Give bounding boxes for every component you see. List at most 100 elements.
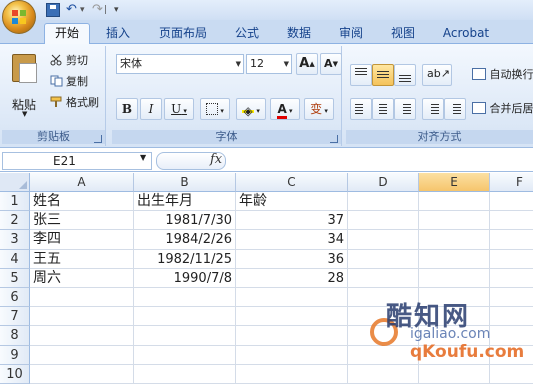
cell-b10[interactable] bbox=[134, 364, 236, 384]
chevron-down-icon[interactable]: ▼ bbox=[140, 153, 146, 162]
cell-d4[interactable] bbox=[348, 249, 419, 269]
tab-view[interactable]: 视图 bbox=[382, 24, 424, 44]
cell-b5[interactable]: 1990/7/8 bbox=[134, 268, 236, 288]
column-header-d[interactable]: D bbox=[348, 173, 419, 192]
save-icon[interactable] bbox=[46, 3, 60, 17]
cell-b3[interactable]: 1984/2/26 bbox=[134, 230, 236, 250]
cell-f4[interactable] bbox=[490, 250, 533, 269]
select-all-corner[interactable] bbox=[0, 173, 30, 192]
cell-e4[interactable] bbox=[419, 249, 490, 269]
office-button[interactable] bbox=[2, 0, 36, 34]
row-header-1[interactable]: 1 bbox=[0, 192, 30, 212]
cell-e3[interactable] bbox=[419, 230, 490, 250]
clipboard-dialog-launcher-icon[interactable] bbox=[94, 135, 102, 143]
customize-quick-access-icon[interactable]: ▾ bbox=[114, 3, 128, 17]
tab-page-layout[interactable]: 页面布局 bbox=[150, 24, 216, 44]
font-name-select[interactable]: 宋体 ▼ bbox=[116, 54, 244, 74]
cell-c10[interactable] bbox=[236, 364, 348, 384]
formula-input[interactable] bbox=[228, 152, 531, 170]
cell-b4[interactable]: 1982/11/25 bbox=[134, 249, 236, 269]
cell-c3[interactable]: 34 bbox=[236, 230, 348, 250]
insert-function-icon[interactable]: fx bbox=[210, 152, 222, 167]
cell-a7[interactable] bbox=[30, 307, 134, 327]
cut-button[interactable]: 剪切 bbox=[50, 52, 88, 70]
cell-a6[interactable] bbox=[30, 288, 134, 308]
font-color-button[interactable]: A ▾ bbox=[270, 98, 300, 120]
cell-b7[interactable] bbox=[134, 307, 236, 327]
grow-font-button[interactable]: A▲ bbox=[296, 53, 318, 75]
column-header-e[interactable]: E bbox=[419, 173, 490, 192]
copy-button[interactable]: 复制 bbox=[50, 73, 88, 91]
align-right-button[interactable] bbox=[394, 98, 416, 120]
cell-a2[interactable]: 张三 bbox=[30, 211, 134, 231]
cell-c8[interactable] bbox=[236, 326, 348, 346]
row-header-5[interactable]: 5 bbox=[0, 268, 30, 288]
cell-c2[interactable]: 37 bbox=[236, 211, 348, 231]
tab-data[interactable]: 数据 bbox=[278, 24, 320, 44]
name-box[interactable]: E21 bbox=[2, 152, 152, 170]
fill-color-button[interactable]: ◈ ▾ bbox=[236, 98, 266, 120]
borders-button[interactable]: ▾ bbox=[200, 98, 230, 120]
cell-c5[interactable]: 28 bbox=[236, 268, 348, 288]
row-header-7[interactable]: 7 bbox=[0, 307, 30, 327]
format-painter-button[interactable]: 格式刷 bbox=[50, 94, 99, 112]
cell-b9[interactable] bbox=[134, 345, 236, 365]
align-left-button[interactable] bbox=[350, 98, 372, 120]
cell-a3[interactable]: 李四 bbox=[30, 230, 134, 250]
font-dialog-launcher-icon[interactable] bbox=[330, 135, 338, 143]
bold-button[interactable]: B bbox=[116, 98, 138, 120]
cell-f2[interactable] bbox=[490, 211, 533, 231]
cell-a4[interactable]: 王五 bbox=[30, 249, 134, 269]
cell-a1[interactable]: 姓名 bbox=[30, 192, 134, 212]
cell-a9[interactable] bbox=[30, 345, 134, 365]
row-header-6[interactable]: 6 bbox=[0, 288, 30, 308]
cell-b1[interactable]: 出生年月 bbox=[134, 192, 236, 212]
row-header-8[interactable]: 8 bbox=[0, 326, 30, 346]
cell-a10[interactable] bbox=[30, 364, 134, 384]
column-header-f[interactable]: F bbox=[490, 173, 533, 192]
row-header-2[interactable]: 2 bbox=[0, 211, 30, 231]
tab-acrobat[interactable]: Acrobat bbox=[434, 24, 498, 44]
column-header-a[interactable]: A bbox=[30, 173, 134, 192]
cell-d5[interactable] bbox=[348, 268, 419, 288]
cell-a8[interactable] bbox=[30, 326, 134, 346]
cell-b6[interactable] bbox=[134, 288, 236, 308]
cell-e1[interactable] bbox=[419, 192, 490, 212]
cell-d1[interactable] bbox=[348, 192, 419, 212]
decrease-indent-button[interactable] bbox=[422, 98, 444, 120]
cell-a5[interactable]: 周六 bbox=[30, 268, 134, 288]
cell-d2[interactable] bbox=[348, 211, 419, 231]
underline-button[interactable]: U ▾ bbox=[164, 98, 194, 120]
tab-home[interactable]: 开始 bbox=[44, 23, 90, 45]
tab-formulas[interactable]: 公式 bbox=[226, 24, 268, 44]
phonetic-button[interactable]: 变 ▾ bbox=[304, 98, 334, 120]
align-middle-button[interactable] bbox=[372, 64, 394, 86]
cell-e5[interactable] bbox=[419, 268, 490, 288]
row-header-3[interactable]: 3 bbox=[0, 230, 30, 250]
cell-c4[interactable]: 36 bbox=[236, 249, 348, 269]
cell-b8[interactable] bbox=[134, 326, 236, 346]
shrink-font-button[interactable]: A▼ bbox=[320, 53, 342, 75]
align-center-button[interactable] bbox=[372, 98, 394, 120]
column-header-b[interactable]: B bbox=[134, 173, 236, 192]
cell-c1[interactable]: 年龄 bbox=[236, 192, 348, 212]
cell-d3[interactable] bbox=[348, 230, 419, 250]
font-size-select[interactable]: 12 ▼ bbox=[246, 54, 292, 74]
row-header-10[interactable]: 10 bbox=[0, 364, 30, 384]
row-header-4[interactable]: 4 bbox=[0, 249, 30, 269]
tab-insert[interactable]: 插入 bbox=[98, 24, 138, 44]
undo-dropdown-icon[interactable]: ▾ bbox=[80, 5, 85, 15]
cell-f3[interactable] bbox=[490, 230, 533, 250]
paste-button[interactable]: 粘贴 ▼ bbox=[8, 52, 42, 118]
orientation-button[interactable]: ab↗ bbox=[422, 64, 452, 86]
row-header-9[interactable]: 9 bbox=[0, 345, 30, 365]
paste-dropdown-icon[interactable]: ▼ bbox=[22, 110, 27, 118]
column-header-c[interactable]: C bbox=[236, 173, 348, 192]
wrap-text-button[interactable]: 自动换行 bbox=[472, 64, 533, 86]
tab-review[interactable]: 审阅 bbox=[330, 24, 372, 44]
undo-icon[interactable]: ↶ bbox=[66, 3, 80, 17]
cell-c7[interactable] bbox=[236, 307, 348, 327]
cell-f1[interactable] bbox=[490, 192, 533, 212]
cell-b2[interactable]: 1981/7/30 bbox=[134, 211, 236, 231]
cell-c6[interactable] bbox=[236, 288, 348, 308]
